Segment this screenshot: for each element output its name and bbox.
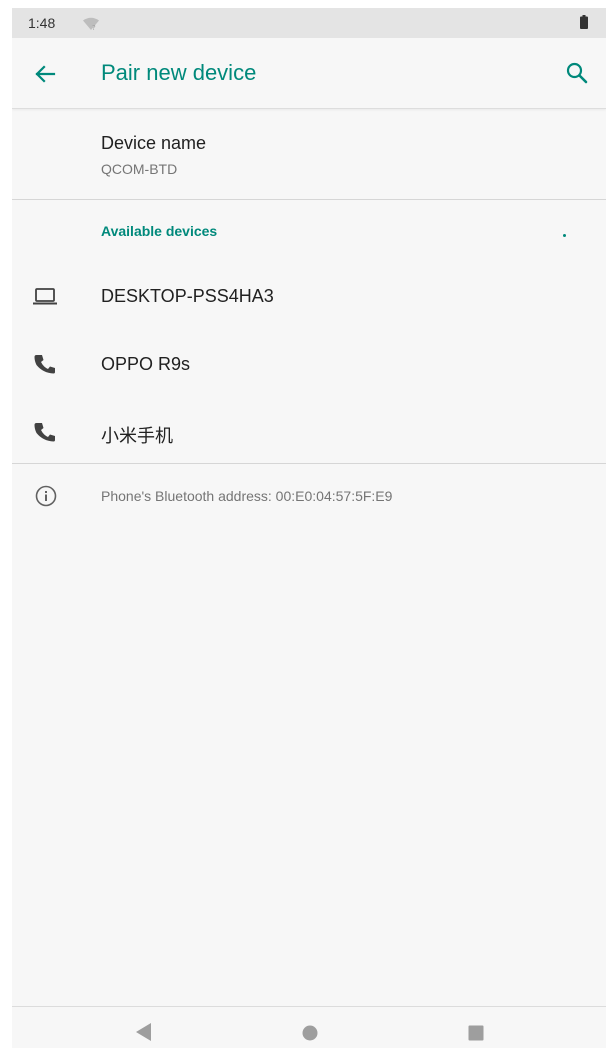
navigation-bar xyxy=(12,1006,606,1048)
svg-text:?: ? xyxy=(92,24,96,31)
nav-recents-icon[interactable] xyxy=(468,1025,484,1041)
status-time: 1:48 xyxy=(28,15,56,31)
nav-home-icon[interactable] xyxy=(302,1025,318,1041)
device-name-row[interactable]: Device name QCOM-BTD xyxy=(12,109,606,199)
device-name-value: QCOM-BTD xyxy=(101,161,178,177)
app-bar: Pair new device xyxy=(12,38,606,109)
divider xyxy=(12,199,606,200)
info-icon xyxy=(35,485,57,507)
battery-icon xyxy=(580,15,588,29)
bluetooth-address-text: Phone's Bluetooth address: 00:E0:04:57:5… xyxy=(101,488,393,504)
device-item-desktop[interactable]: DESKTOP-PSS4HA3 xyxy=(12,262,606,330)
wifi-icon: ? xyxy=(83,17,99,31)
device-item-label: DESKTOP-PSS4HA3 xyxy=(101,286,274,306)
available-devices-header: Available devices xyxy=(101,223,218,239)
bluetooth-address-info: Phone's Bluetooth address: 00:E0:04:57:5… xyxy=(12,464,606,524)
device-item-oppo[interactable]: OPPO R9s xyxy=(12,330,606,398)
device-name-title: Device name xyxy=(101,133,207,153)
page-title: Pair new device xyxy=(101,60,257,85)
phone-icon xyxy=(34,423,55,442)
laptop-icon xyxy=(33,288,57,305)
device-item-xiaomi[interactable]: 小米手机 xyxy=(12,398,606,466)
search-icon[interactable] xyxy=(562,58,592,88)
phone-icon xyxy=(34,355,55,374)
device-item-label: OPPO R9s xyxy=(101,354,191,374)
arrow-back-icon[interactable] xyxy=(30,59,60,89)
status-bar: 1:48 ? xyxy=(12,8,606,38)
scanning-progress-indicator xyxy=(563,234,566,237)
phone-screen: 1:48 ? Pair new device Device name QCOM-… xyxy=(12,8,606,1048)
nav-back-icon[interactable] xyxy=(134,1022,152,1042)
device-item-label: 小米手机 xyxy=(101,426,173,446)
